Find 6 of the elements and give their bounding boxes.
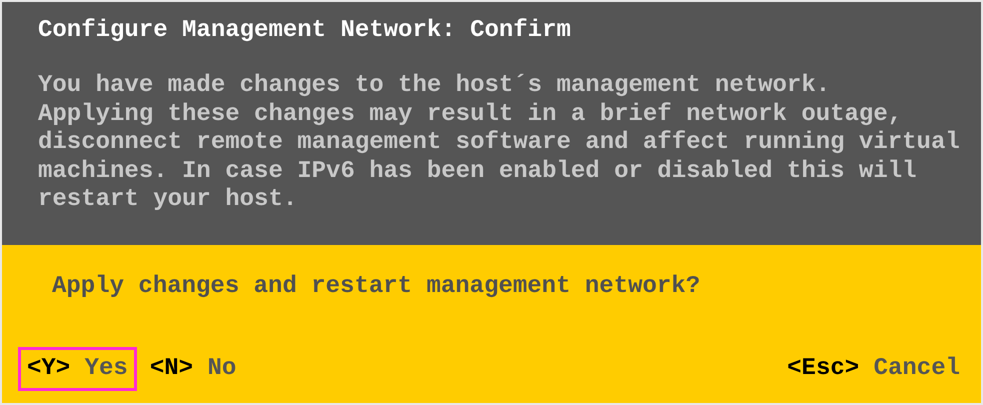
warning-message: You have made changes to the host´s management network. Applying these changes may result in a brief network outage, disconnect remote management software and affect running virtual machines. In case IPv6 has been enabled or disabled this will restart your host. xyxy=(38,72,961,214)
dialog-title: Configure Management Network: Confirm xyxy=(38,16,572,46)
dialog-action-button[interactable]: <N> No xyxy=(140,347,246,391)
dialog-action-button[interactable]: <Esc> Cancel xyxy=(778,347,969,391)
confirm-question: Apply changes and restart management network? xyxy=(52,272,700,302)
dialog-action-button[interactable]: <Y> Yes xyxy=(18,347,137,391)
